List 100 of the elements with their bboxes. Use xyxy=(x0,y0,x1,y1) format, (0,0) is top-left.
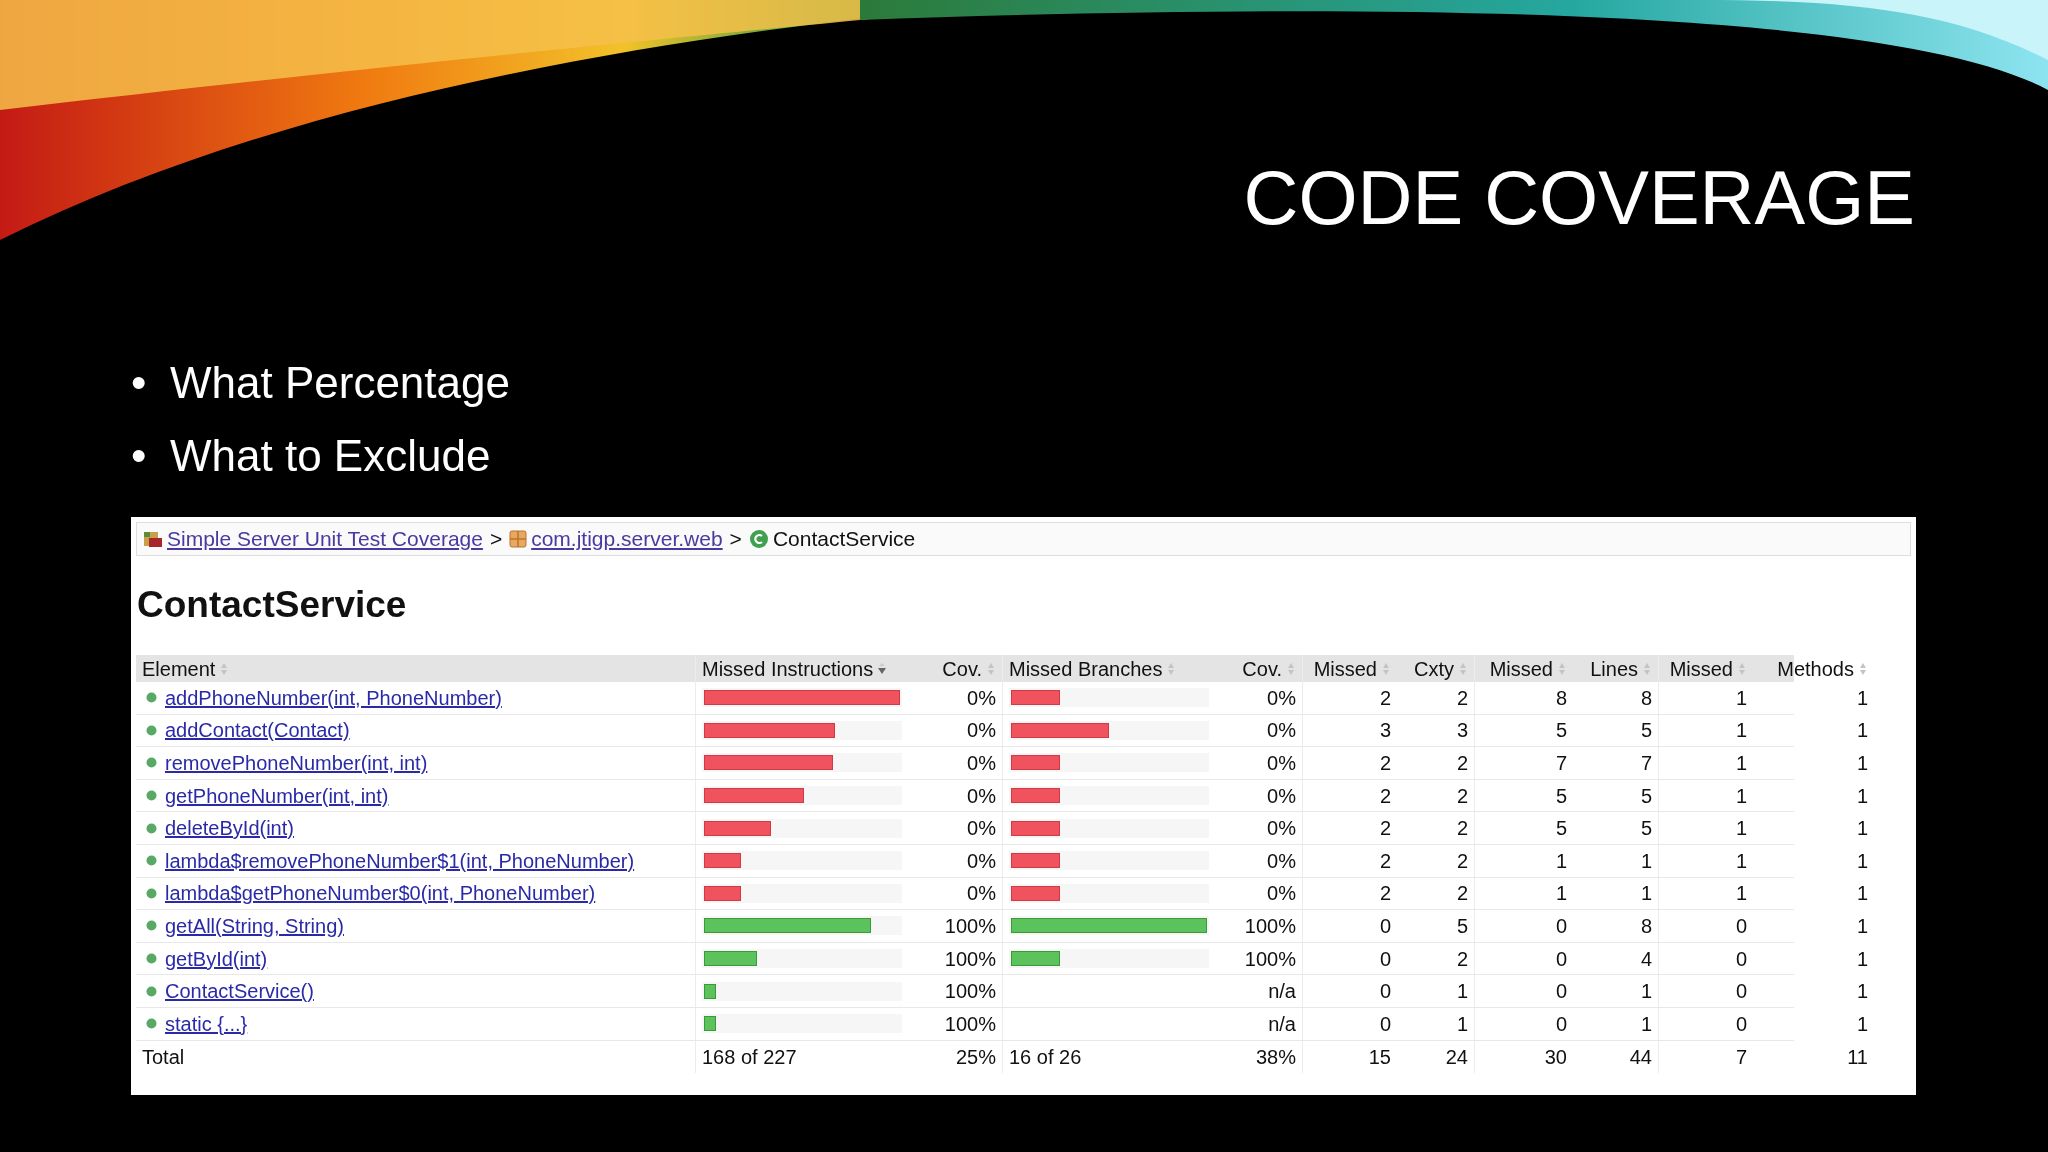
method-link[interactable]: ContactService() xyxy=(165,976,314,1007)
column-header[interactable]: Cov. xyxy=(1221,655,1302,682)
sort-icon xyxy=(1166,661,1177,676)
table-cell-text: 5 xyxy=(1640,718,1652,744)
breadcrumb-separator: > xyxy=(729,526,742,553)
sort-icon xyxy=(1858,661,1868,676)
method-dot-icon xyxy=(146,757,157,769)
table-cell-text: 8 xyxy=(1555,685,1567,711)
table-cell-text: 0% xyxy=(967,816,996,842)
sort-icon xyxy=(219,661,230,676)
table-cell-text: 2 xyxy=(1456,751,1468,776)
table-cell-text: 0 xyxy=(1555,1011,1567,1037)
method-dot-icon xyxy=(146,692,157,704)
breadcrumb-current: ContactService xyxy=(772,526,916,553)
table-cell-text: 2 xyxy=(1379,816,1391,842)
table-cell-text: 1 xyxy=(1856,946,1868,972)
table-cell-text: 7 xyxy=(1640,751,1652,776)
column-header[interactable]: Element xyxy=(136,655,695,682)
table-cell-text: 0% xyxy=(967,718,996,744)
table-cell-text: 0% xyxy=(967,848,996,874)
total-cell-text: 24 xyxy=(1445,1044,1468,1070)
table-cell-text: 2 xyxy=(1456,848,1468,874)
table-cell-text: 100% xyxy=(944,1011,996,1037)
report-icon xyxy=(143,530,163,548)
method-link[interactable]: getAll(String, String) xyxy=(165,910,344,941)
table-cell-text: 0% xyxy=(967,685,996,711)
table-cell-text: 3 xyxy=(1456,718,1468,744)
table-cell-text: 1 xyxy=(1856,718,1868,744)
sort-icon xyxy=(1286,661,1296,676)
table-cell-text: 0 xyxy=(1379,913,1391,939)
total-cell-text: 15 xyxy=(1368,1044,1391,1070)
column-header[interactable]: Missed xyxy=(1658,655,1753,682)
method-link[interactable]: lambda$getPhoneNumber$0(int, PhoneNumber) xyxy=(165,878,596,909)
table-cell-text: 100% xyxy=(944,946,996,972)
table-cell-text: 0 xyxy=(1379,979,1391,1005)
total-cell-text: 7 xyxy=(1735,1044,1747,1070)
total-label: Total xyxy=(142,1044,185,1070)
table-cell-text: n/a xyxy=(1268,979,1296,1005)
table-cell-text: 2 xyxy=(1456,881,1468,907)
table-cell-text: 1 xyxy=(1735,783,1747,809)
total-cell-text: 25% xyxy=(955,1044,996,1070)
table-cell-text: 1 xyxy=(1856,913,1868,939)
sort-icon xyxy=(1642,661,1652,676)
method-link[interactable]: static {...} xyxy=(165,1008,248,1039)
table-cell-text: 0 xyxy=(1379,946,1391,972)
method-link[interactable]: lambda$removePhoneNumber$1(int, PhoneNumber) xyxy=(165,845,635,876)
column-header[interactable]: Missed xyxy=(1302,655,1397,682)
sort-icon xyxy=(1381,661,1391,676)
class-icon xyxy=(748,529,769,549)
table-cell-text: 2 xyxy=(1379,848,1391,874)
table-cell-text: 2 xyxy=(1379,783,1391,809)
column-header[interactable]: Missed xyxy=(1474,655,1573,682)
table-cell-text: 100% xyxy=(1244,913,1296,939)
table-cell-text: 1 xyxy=(1856,751,1868,776)
table-cell-text: 100% xyxy=(944,979,996,1005)
method-dot-icon xyxy=(146,724,157,736)
total-cell-text: 44 xyxy=(1629,1044,1652,1070)
table-cell-text: 1 xyxy=(1735,685,1747,711)
breadcrumb-link[interactable]: Simple Server Unit Test Coverage xyxy=(167,523,483,555)
table-cell-text: 1 xyxy=(1856,685,1868,711)
table-cell-text: 0% xyxy=(1267,685,1296,711)
table-cell-text: 8 xyxy=(1640,913,1652,939)
table-cell-text: 0 xyxy=(1735,946,1747,972)
column-header[interactable]: Missed Branches xyxy=(1002,655,1221,682)
table-cell-text: 1 xyxy=(1640,1011,1652,1037)
breadcrumb-separator: > xyxy=(489,526,503,553)
column-header[interactable]: Cov. xyxy=(922,655,1002,682)
table-cell-text: 1 xyxy=(1735,848,1747,874)
table-cell-text: 1 xyxy=(1856,848,1868,874)
table-cell-text: 1 xyxy=(1735,881,1747,907)
method-link[interactable]: getById(int) xyxy=(165,943,268,974)
method-link[interactable]: addPhoneNumber(int, PhoneNumber) xyxy=(165,682,502,713)
method-link[interactable]: removePhoneNumber(int, int) xyxy=(165,748,428,778)
column-header[interactable]: Missed Instructions xyxy=(695,655,922,682)
column-header[interactable]: Cxty xyxy=(1397,655,1474,682)
sort-icon xyxy=(986,661,996,676)
table-cell-text: 3 xyxy=(1379,718,1391,744)
table-cell-text: 100% xyxy=(1244,946,1296,972)
table-cell-text: 1 xyxy=(1456,1011,1468,1037)
table-cell-text: 0 xyxy=(1735,913,1747,939)
report-heading: ContactService xyxy=(137,586,408,623)
table-cell-text: 0% xyxy=(967,751,996,776)
table-cell-text: 1 xyxy=(1456,979,1468,1005)
method-link[interactable]: addContact(Contact) xyxy=(165,715,350,746)
method-link[interactable]: getPhoneNumber(int, int) xyxy=(165,780,389,811)
total-cell-text: 30 xyxy=(1544,1044,1567,1070)
breadcrumb-link[interactable]: com.jtigp.server.web xyxy=(531,523,723,555)
column-header[interactable]: Methods xyxy=(1753,655,1874,682)
table-cell-text: 2 xyxy=(1379,685,1391,711)
table-cell-text: 0 xyxy=(1555,979,1567,1005)
method-link[interactable]: deleteById(int) xyxy=(165,813,294,844)
table-cell-text: 0% xyxy=(967,881,996,907)
table-cell-text: 1 xyxy=(1735,718,1747,744)
table-cell-text: n/a xyxy=(1268,1011,1296,1037)
table-cell-text: 2 xyxy=(1456,946,1468,972)
sort-icon xyxy=(1737,661,1747,676)
table-cell-text: 2 xyxy=(1456,685,1468,711)
column-header[interactable]: Lines xyxy=(1573,655,1658,682)
method-dot-icon xyxy=(146,953,157,965)
table-cell-text: 0 xyxy=(1379,1011,1391,1037)
